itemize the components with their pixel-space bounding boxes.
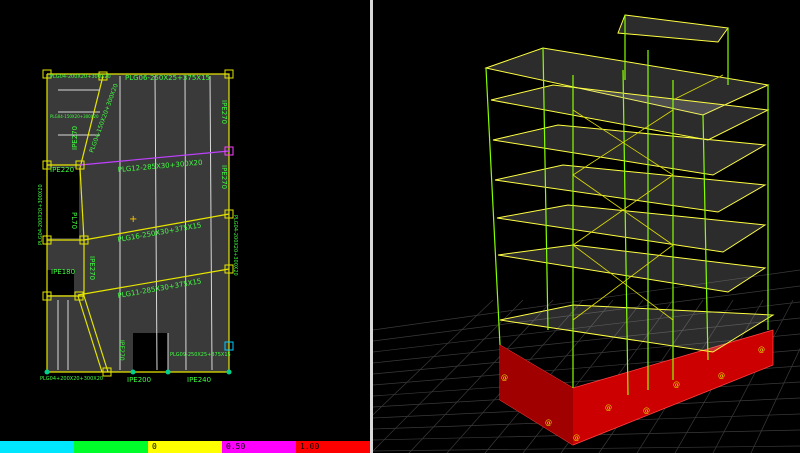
svg-text:@: @ [501,374,508,382]
plan-label-pl70: PL70 [70,212,78,229]
3d-canvas[interactable]: @ @ @ @ @ @ @ @ [373,0,800,453]
plan-label-ipe180: IPE180 [51,268,75,276]
plan-label-ipe270-lower: IPE270 [88,256,96,280]
stress-ratio-legend: 0 0.50 1.00 [0,441,370,453]
plan-label-top: PLG06-250X25+375X15 [125,74,210,82]
opening-void [133,333,168,373]
plan-label-note: PLG04-150X20+300X20 [50,114,99,119]
svg-text:@: @ [718,372,725,380]
legend-label-0: 0 [152,442,157,451]
plan-label-left-3: PLG04-200X20+300X20 [38,184,44,245]
plan-canvas[interactable]: + PLG06-250X25+375X15 PLG04-200X20+300X2… [0,0,370,441]
legend-segment-yellow: 0 [148,441,222,453]
legend-segment-green [74,441,148,453]
plan-label-top-left: PLG04-200X20+300X20 [50,74,111,80]
plan-label-right-3: PLG04-200X20+300X20 [232,215,238,276]
plan-label-right-1: IPE270 [220,100,228,124]
plan-label-bottom-left: PLG04+200X20+300X20 [40,376,103,382]
legend-label-100: 1.00 [300,442,320,451]
legend-segment-cyan [0,441,74,453]
svg-text:@: @ [758,346,765,354]
svg-text:@: @ [545,419,552,427]
plan-label-left-2: IPE220 [50,166,74,174]
plan-label-right-2: IPE270 [220,165,228,189]
svg-text:@: @ [605,404,612,412]
plan-label-ipe240: IPE240 [187,376,211,384]
legend-segment-magenta: 0.50 [222,441,296,453]
plan-label-bottom-right: PLG09-250X25+375X15 [170,352,231,358]
legend-segment-red: 1.00 [296,441,370,453]
legend-label-050: 0.50 [226,442,246,451]
plan-label-ipe200: IPE200 [127,376,151,384]
3d-view[interactable]: @ @ @ @ @ @ @ @ [373,0,800,453]
svg-text:@: @ [573,434,580,442]
svg-text:@: @ [673,381,680,389]
origin-marker: + [129,214,137,225]
base-block-front [500,345,573,445]
floor-slabs [484,14,775,353]
plan-label-left-1: IPE270 [71,126,79,150]
plan-view[interactable]: + PLG06-250X25+375X15 PLG04-200X20+300X2… [0,0,370,441]
plan-label-ipe270-bottom: IPE270 [118,340,125,361]
svg-text:@: @ [643,407,650,415]
